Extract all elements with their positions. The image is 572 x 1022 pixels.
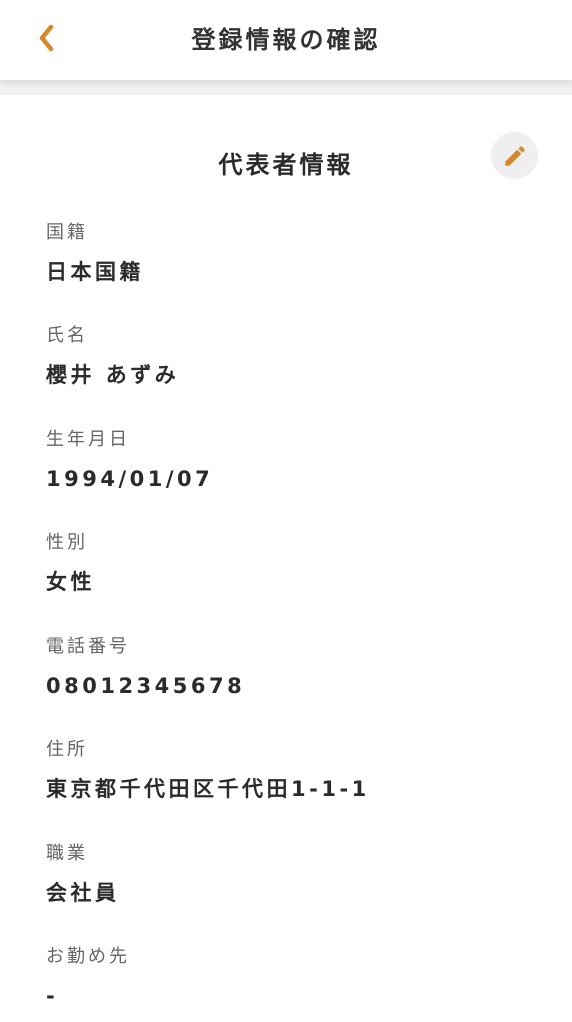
back-button[interactable] (26, 18, 66, 58)
field-name: 氏名 櫻井 あずみ (46, 323, 536, 390)
field-label: 住所 (46, 739, 88, 760)
edit-button[interactable] (491, 132, 538, 179)
field-value: 日本国籍 (46, 260, 144, 284)
field-value: 女性 (46, 570, 95, 594)
section-title: 代表者情報 (218, 151, 354, 179)
field-value: 会社員 (46, 881, 120, 905)
field-birthdate: 生年月日 1994/01/07 (46, 427, 536, 494)
field-label: 氏名 (46, 325, 88, 346)
field-label: 性別 (46, 532, 88, 553)
field-employer: お勤め先 - (46, 944, 536, 1011)
field-value: 1994/01/07 (46, 467, 214, 491)
pencil-icon (504, 145, 525, 166)
field-occupation: 職業 会社員 (46, 841, 536, 908)
field-phone: 電話番号 08012345678 (46, 634, 536, 701)
field-nationality: 国籍 日本国籍 (46, 220, 536, 287)
app-header: 登録情報の確認 (0, 0, 572, 80)
field-label: 職業 (46, 843, 88, 864)
page-title: 登録情報の確認 (191, 26, 381, 54)
field-value: 東京都千代田区千代田1-1-1 (46, 777, 370, 801)
field-value: 櫻井 あずみ (46, 363, 180, 387)
field-address: 住所 東京都千代田区千代田1-1-1 (46, 737, 536, 804)
chevron-left-icon (39, 24, 54, 52)
main-content: 代表者情報 国籍 日本国籍 氏名 櫻井 あずみ 生年月日 1994/01/07 … (0, 95, 572, 1022)
field-label: 生年月日 (46, 429, 130, 450)
field-gender: 性別 女性 (46, 530, 536, 597)
field-value: - (46, 984, 59, 1008)
field-label: 国籍 (46, 222, 88, 243)
field-label: お勤め先 (46, 946, 130, 967)
field-label: 電話番号 (46, 636, 130, 657)
field-value: 08012345678 (46, 674, 246, 698)
header-divider (0, 80, 572, 95)
